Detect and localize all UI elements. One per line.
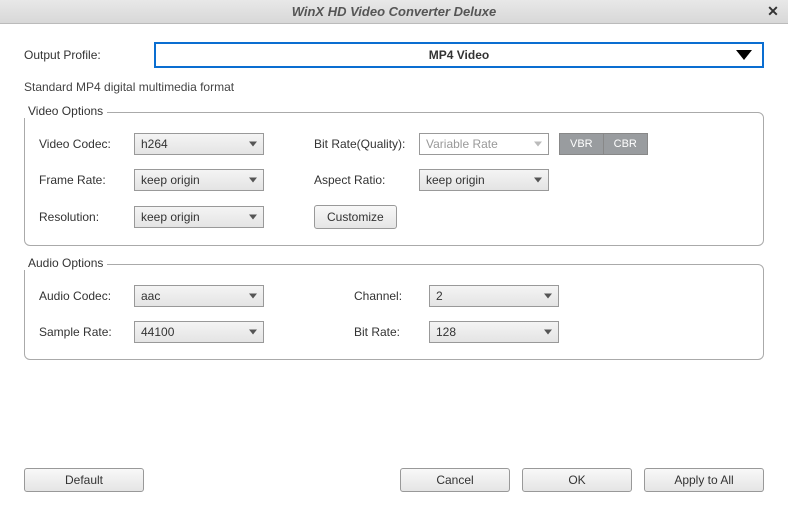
aspect-ratio-label: Aspect Ratio: <box>314 173 419 187</box>
audio-bitrate-label: Bit Rate: <box>354 325 429 339</box>
chevron-down-icon <box>544 330 552 335</box>
video-options-legend: Video Options <box>24 104 107 118</box>
chevron-down-icon <box>249 294 257 299</box>
channel-label: Channel: <box>354 289 429 303</box>
framerate-select[interactable]: keep origin <box>134 169 264 191</box>
framerate-label: Frame Rate: <box>39 173 134 187</box>
output-profile-label: Output Profile: <box>24 48 154 62</box>
output-profile-value: MP4 Video <box>429 48 489 62</box>
audio-codec-label: Audio Codec: <box>39 289 134 303</box>
chevron-down-icon <box>534 178 542 183</box>
cancel-button[interactable]: Cancel <box>400 468 510 492</box>
audio-bitrate-select[interactable]: 128 <box>429 321 559 343</box>
chevron-down-icon <box>249 330 257 335</box>
format-description: Standard MP4 digital multimedia format <box>24 80 764 94</box>
video-codec-select[interactable]: h264 <box>134 133 264 155</box>
chevron-down-icon <box>534 142 542 147</box>
chevron-down-icon <box>544 294 552 299</box>
close-icon[interactable]: ✕ <box>764 3 782 21</box>
channel-select[interactable]: 2 <box>429 285 559 307</box>
samplerate-select[interactable]: 44100 <box>134 321 264 343</box>
output-profile-select[interactable]: MP4 Video <box>154 42 764 68</box>
resolution-label: Resolution: <box>39 210 134 224</box>
bitrate-select[interactable]: Variable Rate <box>419 133 549 155</box>
default-button[interactable]: Default <box>24 468 144 492</box>
window-title: WinX HD Video Converter Deluxe <box>292 4 497 19</box>
titlebar: WinX HD Video Converter Deluxe ✕ <box>0 0 788 24</box>
cbr-button[interactable]: CBR <box>604 133 648 155</box>
samplerate-label: Sample Rate: <box>39 325 134 339</box>
customize-button[interactable]: Customize <box>314 205 397 229</box>
chevron-down-icon <box>736 50 752 60</box>
video-codec-label: Video Codec: <box>39 137 134 151</box>
chevron-down-icon <box>249 178 257 183</box>
apply-to-all-button[interactable]: Apply to All <box>644 468 764 492</box>
aspect-ratio-select[interactable]: keep origin <box>419 169 549 191</box>
audio-options-legend: Audio Options <box>24 256 107 270</box>
bitrate-label: Bit Rate(Quality): <box>314 137 419 151</box>
vbr-button[interactable]: VBR <box>559 133 604 155</box>
resolution-select[interactable]: keep origin <box>134 206 264 228</box>
chevron-down-icon <box>249 215 257 220</box>
audio-codec-select[interactable]: aac <box>134 285 264 307</box>
ok-button[interactable]: OK <box>522 468 632 492</box>
chevron-down-icon <box>249 142 257 147</box>
